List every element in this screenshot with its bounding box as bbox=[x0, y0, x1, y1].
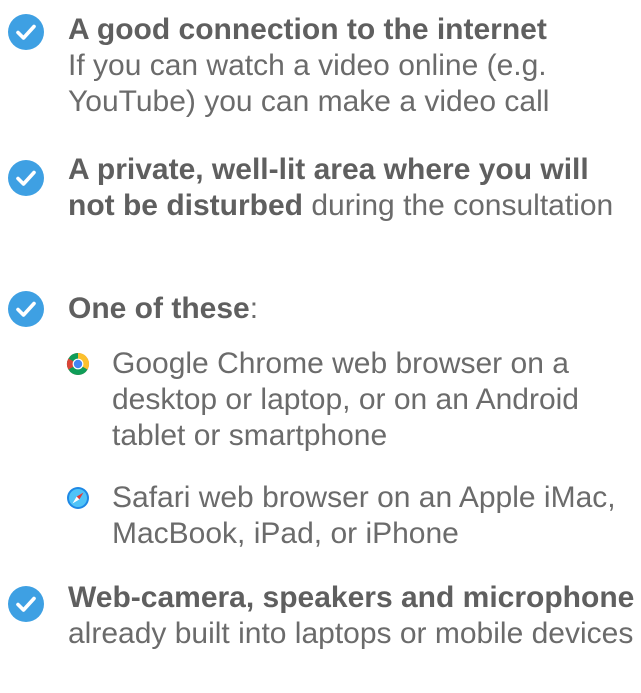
requirement-detail: If you can watch a video online (e.g. Yo… bbox=[68, 49, 550, 118]
requirement-title: Web-camera, speakers and microphone bbox=[68, 581, 635, 614]
requirement-title: A good connection to the internet bbox=[68, 13, 547, 46]
check-circle-icon bbox=[8, 160, 44, 196]
chrome-icon bbox=[66, 352, 90, 376]
requirement-text: A good connection to the internet If you … bbox=[68, 12, 638, 120]
browser-option-text: Safari web browser on an Apple iMac, Mac… bbox=[112, 481, 616, 550]
requirement-title: One of these bbox=[68, 292, 250, 325]
requirement-text: Web-camera, speakers and microphone alre… bbox=[68, 580, 638, 652]
browser-option-text: Google Chrome web browser on a desktop o… bbox=[112, 347, 579, 452]
requirement-text: A private, well-lit area where you will … bbox=[68, 152, 638, 224]
safari-icon bbox=[66, 486, 90, 510]
requirement-detail: during the consultation bbox=[303, 189, 614, 222]
requirement-text: One of these: bbox=[68, 291, 638, 327]
check-circle-icon bbox=[8, 586, 44, 622]
check-circle-icon bbox=[8, 291, 44, 327]
requirement-detail: : bbox=[249, 292, 259, 325]
requirement-detail: already built into laptops or mobile dev… bbox=[68, 617, 634, 650]
check-circle-icon bbox=[8, 14, 44, 50]
